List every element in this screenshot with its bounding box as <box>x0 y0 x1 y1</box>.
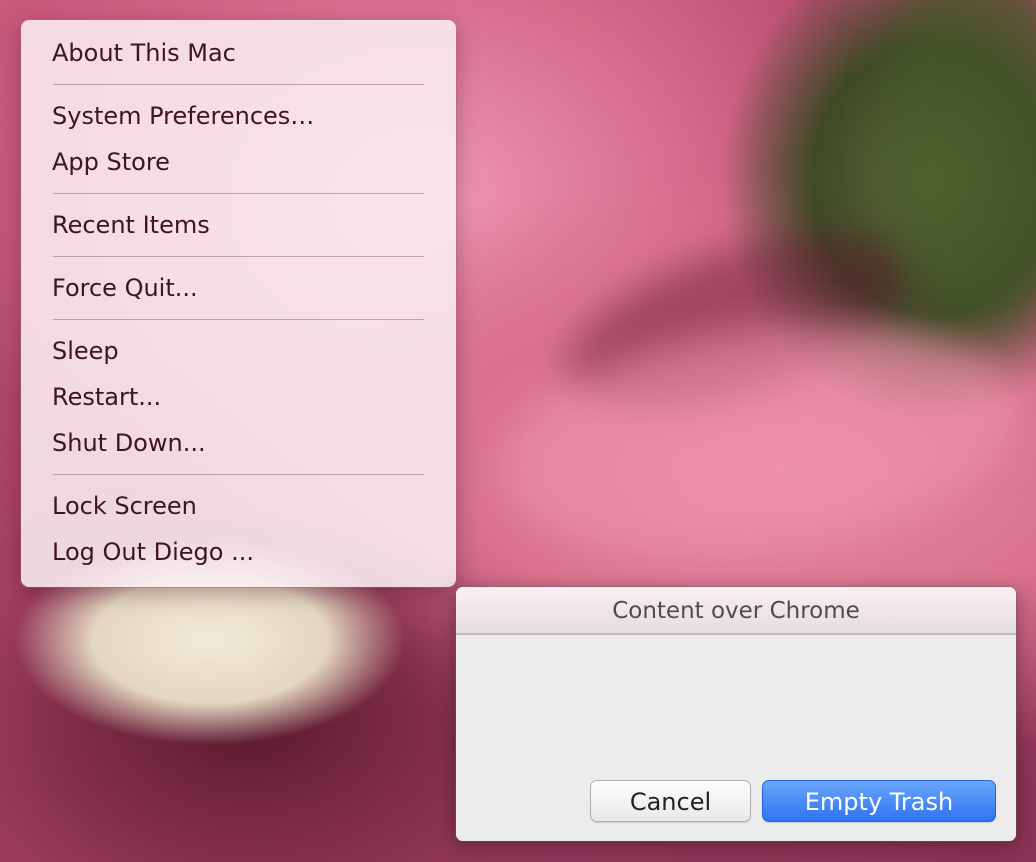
menu-item-about-this-mac[interactable]: About This Mac <box>21 30 456 76</box>
empty-trash-dialog: Content over Chrome Cancel Empty Trash <box>456 587 1016 841</box>
wallpaper-highlight <box>487 294 1033 586</box>
cancel-button[interactable]: Cancel <box>590 780 751 822</box>
dialog-title: Content over Chrome <box>456 587 1016 635</box>
menu-separator <box>53 84 424 85</box>
apple-menu: About This Mac System Preferences… App Sto… <box>21 20 456 587</box>
menu-separator <box>53 319 424 320</box>
menu-item-force-quit[interactable]: Force Quit... <box>21 265 456 311</box>
menu-item-log-out-diego[interactable]: Log Out Diego ... <box>21 529 456 575</box>
empty-trash-button[interactable]: Empty Trash <box>762 780 996 822</box>
menu-separator <box>53 474 424 475</box>
menu-separator <box>53 256 424 257</box>
menu-item-lock-screen[interactable]: Lock Screen <box>21 483 456 529</box>
menu-item-shut-down[interactable]: Shut Down... <box>21 420 456 466</box>
menu-item-system-preferences[interactable]: System Preferences… <box>21 93 456 139</box>
menu-separator <box>53 193 424 194</box>
menu-item-sleep[interactable]: Sleep <box>21 328 456 374</box>
menu-item-restart[interactable]: Restart... <box>21 374 456 420</box>
menu-item-app-store[interactable]: App Store <box>21 139 456 185</box>
menu-item-recent-items[interactable]: Recent Items <box>21 202 456 248</box>
dialog-body: Cancel Empty Trash <box>456 635 1016 841</box>
